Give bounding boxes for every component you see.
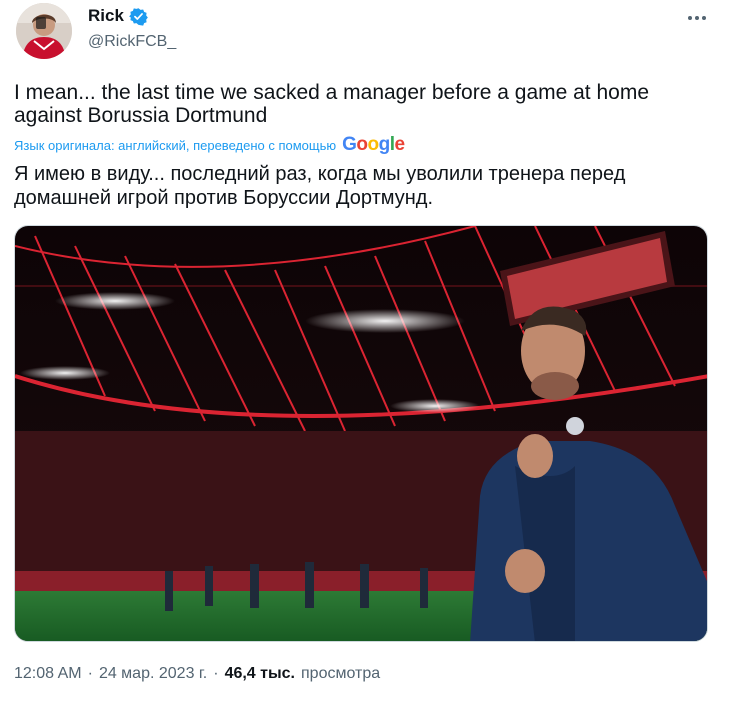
avatar[interactable] — [16, 3, 72, 59]
avatar-image — [16, 3, 72, 59]
tweet-time[interactable]: 12:08 AM — [14, 665, 82, 683]
tweet-date[interactable]: 24 мар. 2023 г. — [99, 665, 207, 683]
more-dots-icon — [688, 16, 706, 20]
translation-attribution[interactable]: Язык оригинала: английский, переведено с… — [14, 134, 405, 156]
author-handle[interactable]: @RickFCB_ — [88, 33, 176, 51]
more-options-button[interactable] — [680, 4, 714, 32]
translated-text: Я имею в виду... последний раз, когда мы… — [14, 163, 626, 209]
author-display-name[interactable]: Rick — [88, 6, 124, 26]
tweet-card: Rick @RickFCB_ I mean... the last time w… — [0, 0, 730, 711]
stadium-photo-icon — [15, 226, 707, 641]
views-count: 46,4 тыс. — [224, 665, 295, 682]
author-name-row: Rick — [88, 6, 148, 26]
google-logo-icon: Google — [342, 134, 405, 155]
tweet-meta: 12:08 AM · 24 мар. 2023 г. · 46,4 тыс. п… — [14, 665, 380, 683]
verified-badge-icon[interactable] — [129, 7, 148, 26]
tweet-photo[interactable] — [14, 225, 708, 642]
translation-label: Язык оригинала: английский, переведено с… — [14, 137, 337, 153]
tweet-text: I mean... the last time we sacked a mana… — [14, 81, 650, 127]
meta-separator: · — [87, 665, 93, 682]
views-label: просмотра — [301, 665, 381, 682]
meta-separator: · — [213, 665, 219, 682]
